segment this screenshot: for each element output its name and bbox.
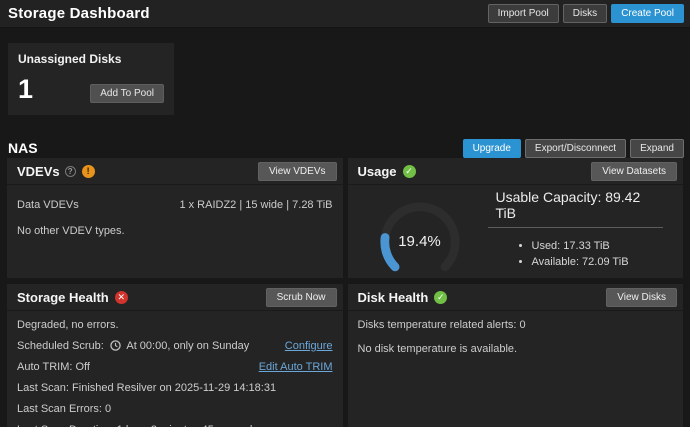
vdevs-note: No other VDEV types. <box>17 225 125 237</box>
disks-button[interactable]: Disks <box>562 4 608 23</box>
storage-health-card-header: Storage Health ✕ Scrub Now <box>7 284 343 311</box>
vdevs-card: VDEVs ? ! View VDEVs Data VDEVs 1 x RAID… <box>7 158 343 278</box>
usage-title: Usage <box>357 163 397 179</box>
vdevs-card-body: Data VDEVs 1 x RAIDZ2 | 15 wide | 7.28 T… <box>7 185 343 278</box>
scheduled-scrub-value: At 00:00, only on Sunday <box>126 340 250 352</box>
scrub-now-button[interactable]: Scrub Now <box>265 287 337 307</box>
vdevs-card-header: VDEVs ? ! View VDEVs <box>7 158 343 185</box>
storage-health-card: Storage Health ✕ Scrub Now Degraded, no … <box>7 284 343 427</box>
add-to-pool-button[interactable]: Add To Pool <box>90 84 164 103</box>
success-icon: ✓ <box>434 290 448 304</box>
top-bar: Storage Dashboard Import Pool Disks Crea… <box>0 0 690 28</box>
configure-scrub-link[interactable]: Configure <box>285 340 333 352</box>
unassigned-disks-title: Unassigned Disks <box>18 52 122 66</box>
warning-icon: ! <box>81 164 95 178</box>
unassigned-disks-card: Unassigned Disks 1 Add To Pool <box>8 43 174 115</box>
view-disks-button[interactable]: View Disks <box>606 287 677 307</box>
disk-health-card-header: Disk Health ✓ View Disks <box>347 284 683 311</box>
usage-card: Usage ✓ View Datasets 19.4% Usable Capac… <box>347 158 684 278</box>
disk-temp-alerts: Disks temperature related alerts: 0 <box>357 319 526 331</box>
usage-card-header: Usage ✓ View Datasets <box>347 158 683 185</box>
pool-status: Degraded, no errors. <box>17 319 119 331</box>
available-value: Available: 72.09 TiB <box>532 256 629 268</box>
usage-bullets: Used: 17.33 TiB Available: 72.09 TiB <box>516 236 629 268</box>
storage-health-title: Storage Health <box>17 289 109 305</box>
pool-cards-grid: VDEVs ? ! View VDEVs Data VDEVs 1 x RAID… <box>7 158 683 427</box>
usage-gauge: 19.4% <box>376 198 464 278</box>
pool-section-header: NAS Upgrade Export/Disconnect Expand <box>8 138 684 158</box>
unassigned-disks-count: 1 <box>18 74 34 104</box>
edit-auto-trim-link[interactable]: Edit Auto TRIM <box>259 361 333 373</box>
scheduled-scrub-text: Scheduled Scrub: At 00:00, only on Sunda… <box>17 340 249 352</box>
usage-card-body: 19.4% Usable Capacity: 89.42 TiB Used: 1… <box>348 185 684 278</box>
disk-health-card: Disk Health ✓ View Disks Disks temperatu… <box>347 284 684 427</box>
clock-icon <box>110 340 121 351</box>
success-icon: ✓ <box>402 164 416 178</box>
disk-health-title: Disk Health <box>357 289 429 305</box>
storage-health-card-body: Degraded, no errors. Scheduled Scrub: At… <box>7 311 343 427</box>
auto-trim-status: Auto TRIM: Off <box>17 361 90 373</box>
usable-capacity: Usable Capacity: 89.42 TiB <box>487 189 663 228</box>
data-vdevs-label: Data VDEVs <box>17 199 79 211</box>
expand-button[interactable]: Expand <box>630 138 684 158</box>
view-vdevs-button[interactable]: View VDEVs <box>257 161 337 181</box>
upgrade-button[interactable]: Upgrade <box>462 138 521 158</box>
data-vdevs-value: 1 x RAIDZ2 | 15 wide | 7.28 TiB <box>179 199 333 211</box>
page-title: Storage Dashboard <box>8 5 150 22</box>
export-disconnect-button[interactable]: Export/Disconnect <box>524 138 627 158</box>
import-pool-button[interactable]: Import Pool <box>487 4 559 23</box>
storage-dashboard-page: Storage Dashboard Import Pool Disks Crea… <box>0 0 690 427</box>
usage-percent: 19.4% <box>398 233 441 250</box>
vdevs-title: VDEVs <box>17 163 60 179</box>
create-pool-button[interactable]: Create Pool <box>611 4 684 23</box>
last-scan-errors: Last Scan Errors: 0 <box>17 403 112 415</box>
error-icon: ✕ <box>114 290 128 304</box>
usage-details: Usable Capacity: 89.42 TiB Used: 17.33 T… <box>464 189 674 278</box>
disk-health-card-body: Disks temperature related alerts: 0 No d… <box>348 311 684 427</box>
help-icon[interactable]: ? <box>64 165 76 177</box>
view-datasets-button[interactable]: View Datasets <box>591 161 677 181</box>
no-disk-temp: No disk temperature is available. <box>357 343 518 355</box>
scheduled-scrub-label: Scheduled Scrub: <box>17 340 104 352</box>
used-value: Used: 17.33 TiB <box>532 240 629 252</box>
pool-name: NAS <box>8 140 38 156</box>
last-scan: Last Scan: Finished Resilver on 2025-11-… <box>17 382 277 394</box>
